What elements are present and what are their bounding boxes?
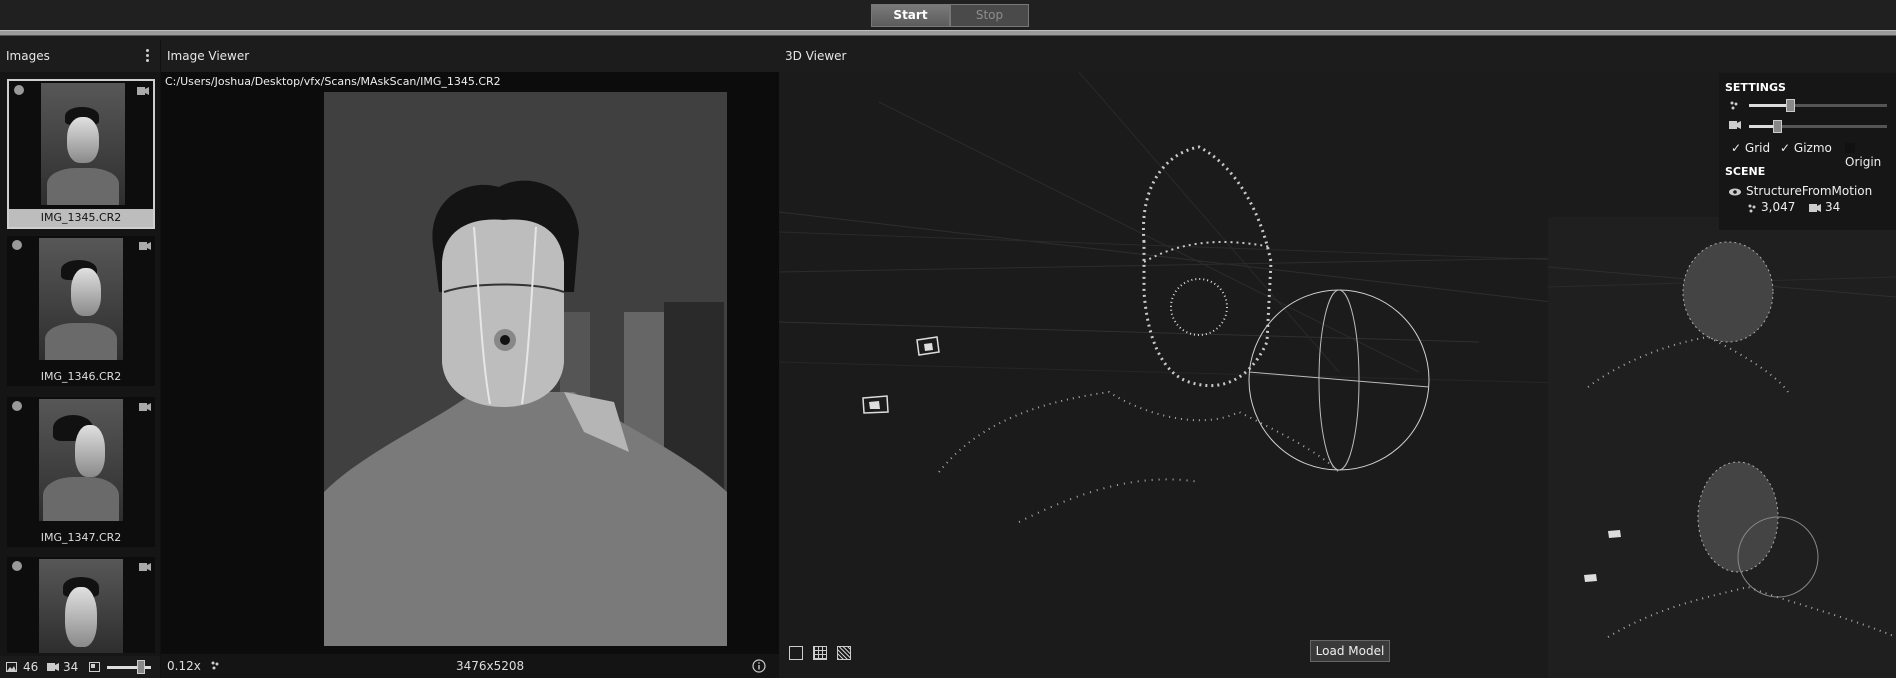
camera-icon	[137, 87, 149, 95]
thumbnail-label: IMG_1345.CR2	[9, 209, 153, 227]
images-panel-title: Images	[6, 49, 50, 63]
image-viewer-panel: Image Viewer C:/Users/Joshua/Desktop/vfx…	[161, 40, 779, 678]
preview-scene	[1548, 241, 1896, 638]
flag-icon[interactable]	[12, 401, 22, 411]
image-canvas[interactable]	[161, 92, 779, 654]
camera-scale-slider[interactable]	[1749, 120, 1887, 133]
camera-icon	[1809, 204, 1821, 212]
photo	[324, 92, 727, 646]
image-viewer-title: Image Viewer	[167, 49, 250, 63]
thumbnail-label: IMG_1346.CR2	[40, 370, 122, 383]
flag-icon[interactable]	[12, 561, 22, 571]
camera-icon	[139, 563, 151, 571]
view-toggles: ✓ Grid ✓ Gizmo Origin	[1731, 141, 1891, 169]
camera-icon	[139, 242, 151, 250]
grid-checkbox[interactable]: ✓ Grid	[1731, 141, 1770, 155]
info-icon[interactable]	[752, 659, 766, 673]
thumbnail-size-icon	[89, 662, 100, 672]
images-footer: 46 34	[0, 656, 160, 678]
settings-panel: SETTINGS ✓ Grid ✓ Gizmo Origin SCENE Str…	[1719, 73, 1896, 230]
gizmo-checkbox[interactable]: ✓ Gizmo	[1780, 141, 1832, 155]
top-toolbar: Start Stop	[0, 0, 1896, 30]
3d-viewer-title: 3D Viewer	[785, 49, 847, 63]
scene-title: SCENE	[1725, 165, 1766, 178]
start-button[interactable]: Start	[871, 4, 950, 27]
thumbnail-card[interactable]: IMG_1345.CR2	[7, 79, 155, 229]
thumbnail-card[interactable]: IMG_1346.CR2	[7, 236, 155, 386]
image-count: 46	[23, 660, 39, 674]
thumbnail-image	[39, 559, 123, 653]
image-viewer-header: Image Viewer	[161, 40, 779, 72]
slider-handle[interactable]	[137, 660, 145, 674]
thumbnail-card[interactable]: IMG_1347.CR2	[7, 397, 155, 547]
camera-frustum-icon	[916, 336, 940, 356]
photo-content	[324, 92, 727, 646]
stop-button[interactable]: Stop	[950, 4, 1029, 27]
camera-count: 34	[63, 660, 79, 674]
camera-icon	[1729, 121, 1741, 129]
origin-checkbox[interactable]: Origin	[1845, 141, 1891, 169]
thumbnail-card[interactable]	[7, 557, 155, 653]
thumbnail-image	[39, 399, 123, 521]
flag-icon[interactable]	[14, 85, 24, 95]
wireframe-icon[interactable]	[789, 646, 803, 660]
scene-point-count: 3,047	[1761, 200, 1796, 214]
image-viewer-footer: 0.12x 3476x5208	[161, 654, 779, 678]
settings-title: SETTINGS	[1725, 81, 1786, 94]
grid-view-icon[interactable]	[813, 646, 827, 660]
points-icon[interactable]	[210, 660, 220, 670]
image-path: C:/Users/Joshua/Desktop/vfx/Scans/MAskSc…	[161, 72, 779, 92]
eye-icon[interactable]	[1729, 188, 1741, 196]
image-resolution: 3476x5208	[456, 659, 525, 673]
textured-view-icon[interactable]	[837, 646, 851, 660]
scene-camera-count: 34	[1825, 200, 1841, 214]
images-panel: Images IMG_1345.CR2 IMG_1346.CR2 IMG_134…	[0, 40, 160, 678]
zoom-level: 0.12x	[167, 659, 201, 673]
3d-viewer-header: 3D Viewer	[779, 40, 1896, 72]
camera-frustum-icon	[862, 395, 889, 414]
secondary-preview	[1548, 217, 1896, 678]
thumbnail-label: IMG_1347.CR2	[40, 531, 122, 544]
point-size-slider[interactable]	[1749, 99, 1887, 112]
image-icon	[6, 662, 17, 672]
flag-icon[interactable]	[12, 240, 22, 250]
scene-node-name[interactable]: StructureFromMotion	[1746, 184, 1872, 198]
points-icon	[1748, 204, 1756, 213]
camera-icon	[139, 403, 151, 411]
thumbnail-image	[41, 83, 125, 205]
images-panel-header: Images	[0, 40, 160, 72]
slider-handle[interactable]	[1772, 120, 1782, 133]
camera-icon	[47, 663, 59, 671]
points-icon	[1730, 101, 1738, 110]
thumbnail-image	[39, 238, 123, 360]
load-model-button[interactable]: Load Model	[1310, 640, 1390, 662]
slider-handle[interactable]	[1786, 99, 1796, 112]
3d-viewer-panel: 3D Viewer SETTINGS ✓ Grid ✓ Gizmo Origin…	[779, 40, 1896, 678]
menu-dots-icon[interactable]	[146, 49, 150, 63]
